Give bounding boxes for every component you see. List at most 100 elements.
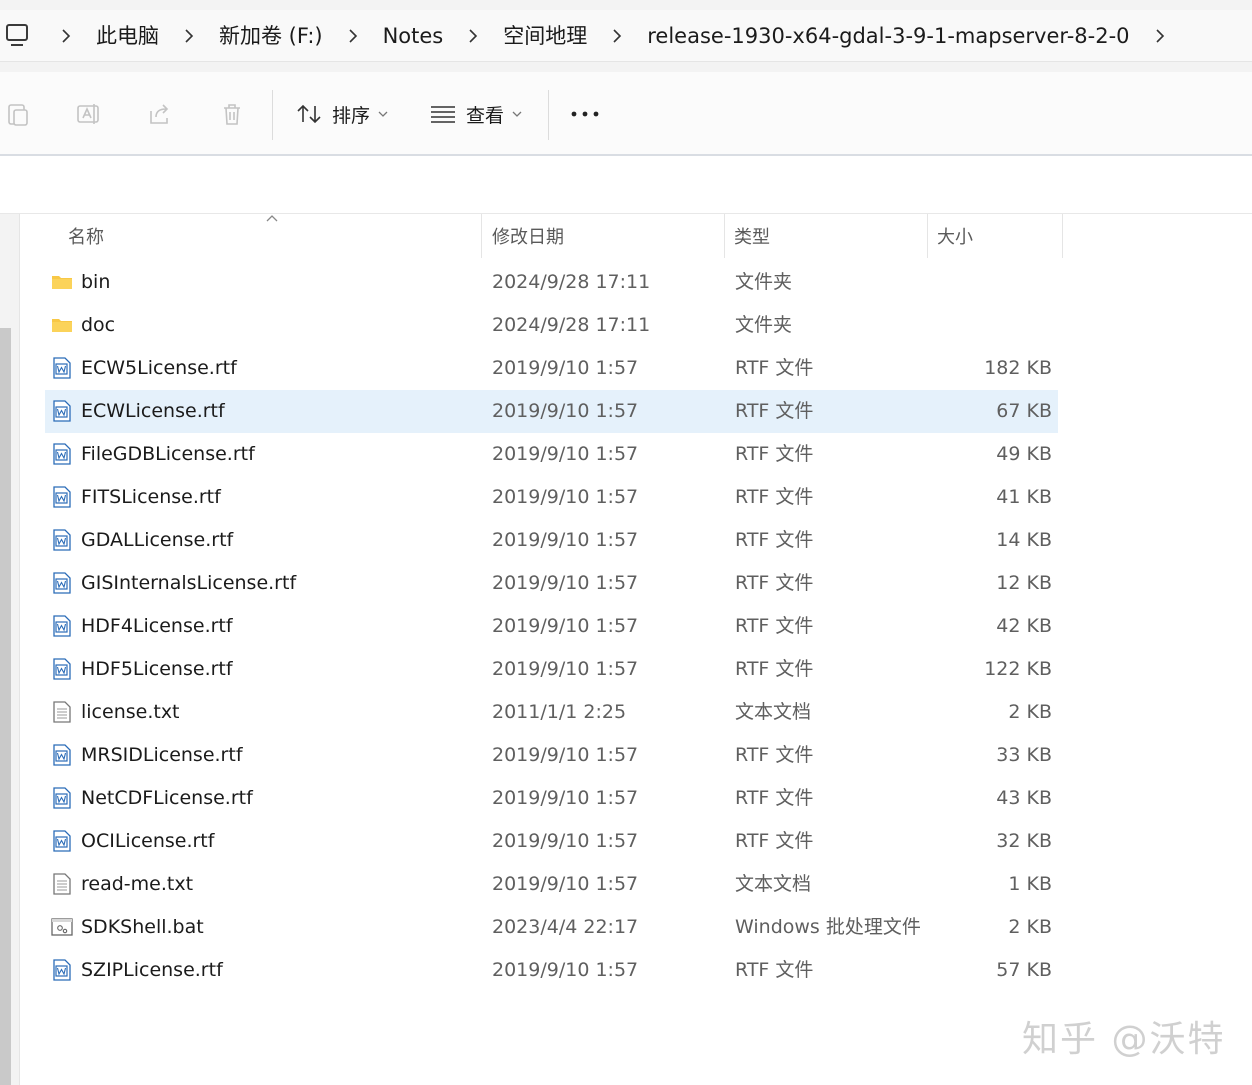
details-bar bbox=[0, 156, 1252, 214]
file-name: MRSIDLicense.rtf bbox=[81, 734, 243, 777]
file-size: 182 KB bbox=[984, 347, 1052, 390]
rename-icon[interactable] bbox=[72, 98, 104, 130]
file-row[interactable]: bin 2024/9/28 17:11 文件夹 bbox=[45, 261, 1058, 304]
sort-button[interactable]: 排序 bbox=[296, 94, 398, 134]
file-row[interactable]: HDF5License.rtf2019/9/10 1:57RTF 文件122 K… bbox=[45, 648, 1058, 691]
rtf-file-icon bbox=[51, 787, 73, 809]
column-name[interactable]: 名称 bbox=[45, 214, 482, 258]
rtf-file-icon bbox=[51, 443, 73, 465]
file-size: 49 KB bbox=[996, 433, 1052, 476]
nav-pane-edge bbox=[0, 214, 20, 1085]
sort-label: 排序 bbox=[332, 101, 370, 128]
file-size: 2 KB bbox=[1008, 906, 1052, 949]
file-name: ECW5License.rtf bbox=[81, 347, 237, 390]
file-row[interactable]: FITSLicense.rtf2019/9/10 1:57RTF 文件41 KB bbox=[45, 476, 1058, 519]
file-name: doc bbox=[81, 304, 115, 347]
file-date: 2019/9/10 1:57 bbox=[492, 476, 638, 519]
file-name: ECWLicense.rtf bbox=[81, 390, 225, 433]
chevron-right-icon[interactable] bbox=[1146, 14, 1174, 58]
file-row[interactable]: HDF4License.rtf2019/9/10 1:57RTF 文件42 KB bbox=[45, 605, 1058, 648]
file-date: 2019/9/10 1:57 bbox=[492, 519, 638, 562]
column-name-label: 名称 bbox=[68, 223, 104, 249]
file-date: 2019/9/10 1:57 bbox=[492, 347, 638, 390]
column-date-label: 修改日期 bbox=[492, 223, 564, 249]
file-type: RTF 文件 bbox=[735, 777, 813, 820]
rtf-file-icon bbox=[51, 572, 73, 594]
column-size-label: 大小 bbox=[937, 223, 973, 249]
chevron-right-icon[interactable] bbox=[459, 14, 487, 58]
file-name: read-me.txt bbox=[81, 863, 193, 906]
watermark: 知乎 @沃特 bbox=[1022, 1010, 1225, 1062]
file-date: 2019/9/10 1:57 bbox=[492, 562, 638, 605]
file-name: bin bbox=[81, 261, 110, 304]
breadcrumb-this-pc[interactable]: 此电脑 bbox=[80, 14, 175, 58]
folder-icon bbox=[51, 314, 73, 336]
file-date: 2024/9/28 17:11 bbox=[492, 261, 650, 304]
scrollbar-thumb[interactable] bbox=[0, 328, 11, 1085]
file-row[interactable]: OCILicense.rtf2019/9/10 1:57RTF 文件32 KB bbox=[45, 820, 1058, 863]
file-name: FileGDBLicense.rtf bbox=[81, 433, 255, 476]
share-icon[interactable] bbox=[144, 98, 176, 130]
more-options-button[interactable] bbox=[570, 94, 610, 134]
file-size: 42 KB bbox=[996, 605, 1052, 648]
file-row[interactable]: ECW5License.rtf 2019/9/10 1:57 RTF 文件 182 K… bbox=[45, 347, 1058, 390]
breadcrumb-drive[interactable]: 新加卷 (F:) bbox=[203, 14, 339, 58]
this-pc-icon[interactable] bbox=[4, 21, 34, 51]
folder-icon bbox=[51, 271, 73, 293]
file-row[interactable]: doc 2024/9/28 17:11 文件夹 bbox=[45, 304, 1058, 347]
file-row[interactable]: SDKShell.bat2023/4/4 22:17Windows 批处理文件2… bbox=[45, 906, 1058, 949]
column-type[interactable]: 类型 bbox=[725, 214, 928, 258]
file-date: 2024/9/28 17:11 bbox=[492, 304, 650, 347]
column-type-label: 类型 bbox=[734, 223, 770, 249]
breadcrumb-notes[interactable]: Notes bbox=[367, 14, 460, 58]
file-size: 41 KB bbox=[996, 476, 1052, 519]
command-bar: 排序 查看 bbox=[0, 72, 1252, 156]
view-button[interactable]: 查看 bbox=[430, 94, 532, 134]
file-type: RTF 文件 bbox=[735, 390, 813, 433]
file-row[interactable]: GDALLicense.rtf2019/9/10 1:57RTF 文件14 KB bbox=[45, 519, 1058, 562]
file-row[interactable]: SZIPLicense.rtf2019/9/10 1:57RTF 文件57 KB bbox=[45, 949, 1058, 992]
rtf-file-icon bbox=[51, 830, 73, 852]
file-type: RTF 文件 bbox=[735, 562, 813, 605]
file-type: RTF 文件 bbox=[735, 820, 813, 863]
file-name: NetCDFLicense.rtf bbox=[81, 777, 253, 820]
file-type: RTF 文件 bbox=[735, 734, 813, 777]
file-row[interactable]: NetCDFLicense.rtf2019/9/10 1:57RTF 文件43 … bbox=[45, 777, 1058, 820]
breadcrumb-release[interactable]: release-1930-x64-gdal-3-9-1-mapserver-8-… bbox=[631, 14, 1145, 58]
delete-icon[interactable] bbox=[216, 98, 248, 130]
view-icon bbox=[430, 104, 456, 124]
file-date: 2019/9/10 1:57 bbox=[492, 390, 638, 433]
sort-icon bbox=[296, 102, 322, 126]
file-type: RTF 文件 bbox=[735, 347, 813, 390]
file-name: FITSLicense.rtf bbox=[81, 476, 221, 519]
file-row[interactable]: GISInternalsLicense.rtf2019/9/10 1:57RTF… bbox=[45, 562, 1058, 605]
file-size: 122 KB bbox=[984, 648, 1052, 691]
file-row[interactable]: read-me.txt2019/9/10 1:57文本文档1 KB bbox=[45, 863, 1058, 906]
file-row[interactable]: FileGDBLicense.rtf2019/9/10 1:57RTF 文件49… bbox=[45, 433, 1058, 476]
file-size: 14 KB bbox=[996, 519, 1052, 562]
chevron-right-icon[interactable] bbox=[603, 14, 631, 58]
chevron-right-icon[interactable] bbox=[339, 14, 367, 58]
rtf-file-icon bbox=[51, 744, 73, 766]
view-label: 查看 bbox=[466, 101, 504, 128]
file-type: 文件夹 bbox=[735, 261, 792, 304]
file-date: 2019/9/10 1:57 bbox=[492, 949, 638, 992]
file-size: 1 KB bbox=[1008, 863, 1052, 906]
file-size: 2 KB bbox=[1008, 691, 1052, 734]
paste-icon[interactable] bbox=[2, 98, 34, 130]
breadcrumb: 此电脑 新加卷 (F:) Notes 空间地理 release-1930-x64… bbox=[0, 14, 1174, 58]
column-date[interactable]: 修改日期 bbox=[482, 214, 725, 258]
chevron-right-icon[interactable] bbox=[175, 14, 203, 58]
file-type: RTF 文件 bbox=[735, 949, 813, 992]
file-type: RTF 文件 bbox=[735, 648, 813, 691]
breadcrumb-geo[interactable]: 空间地理 bbox=[487, 14, 603, 58]
rtf-file-icon bbox=[51, 400, 73, 422]
column-size[interactable]: 大小 bbox=[928, 214, 1063, 258]
rtf-file-icon bbox=[51, 959, 73, 981]
file-row[interactable]: license.txt2011/1/1 2:25文本文档2 KB bbox=[45, 691, 1058, 734]
chevron-right-icon[interactable] bbox=[52, 14, 80, 58]
rtf-file-icon bbox=[51, 658, 73, 680]
file-type: 文件夹 bbox=[735, 304, 792, 347]
file-row[interactable]: ECWLicense.rtf2019/9/10 1:57RTF 文件67 KB bbox=[45, 390, 1058, 433]
file-row[interactable]: MRSIDLicense.rtf2019/9/10 1:57RTF 文件33 K… bbox=[45, 734, 1058, 777]
